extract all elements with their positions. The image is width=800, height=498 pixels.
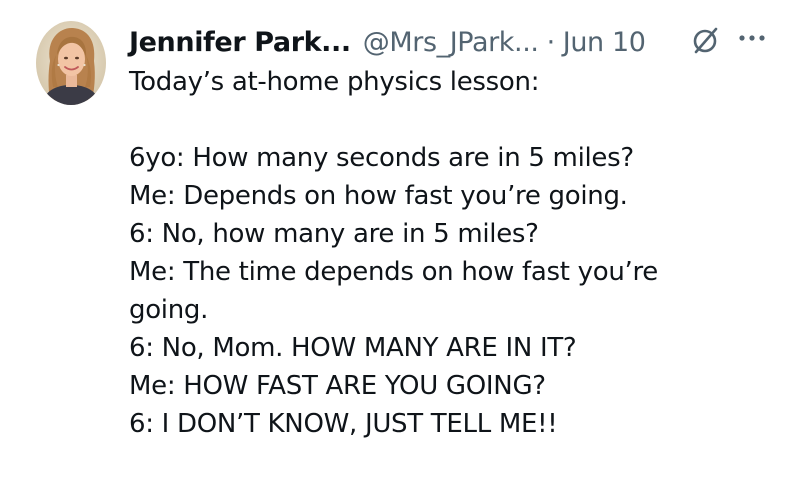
more-dots-icon[interactable] [738, 33, 766, 43]
tweet-text: Today’s at-home physics lesson: 6yo: How… [129, 63, 769, 443]
tweet-text-line: Me: The time depends on how fast you’re [129, 257, 658, 287]
author-handle[interactable]: @Mrs_JPark... [363, 27, 539, 58]
grok-slash-icon[interactable] [690, 25, 720, 55]
tweet: Jennifer Park... @Mrs_JPark... · Jun 10 … [0, 0, 800, 498]
tweet-text-line: Me: Depends on how fast you’re going. [129, 181, 628, 211]
tweet-text-line: 6: No, Mom. HOW MANY ARE IN IT? [129, 333, 577, 363]
tweet-text-line: going. [129, 295, 209, 325]
tweet-text-line: Me: HOW FAST ARE YOU GOING? [129, 371, 546, 401]
tweet-header: Jennifer Park... @Mrs_JPark... · Jun 10 [129, 22, 646, 62]
avatar-image [36, 21, 106, 105]
tweet-text-line: 6: No, how many are in 5 miles? [129, 219, 539, 249]
tweet-text-line: 6yo: How many seconds are in 5 miles? [129, 143, 634, 173]
tweet-text-line: 6: I DON’T KNOW, JUST TELL ME!! [129, 409, 558, 439]
author-display-name[interactable]: Jennifer Park... [129, 27, 351, 58]
header-separator: · [546, 26, 556, 58]
tweet-text-line: Today’s at-home physics lesson: [129, 67, 540, 97]
avatar[interactable] [36, 21, 106, 105]
tweet-date[interactable]: Jun 10 [563, 27, 646, 58]
